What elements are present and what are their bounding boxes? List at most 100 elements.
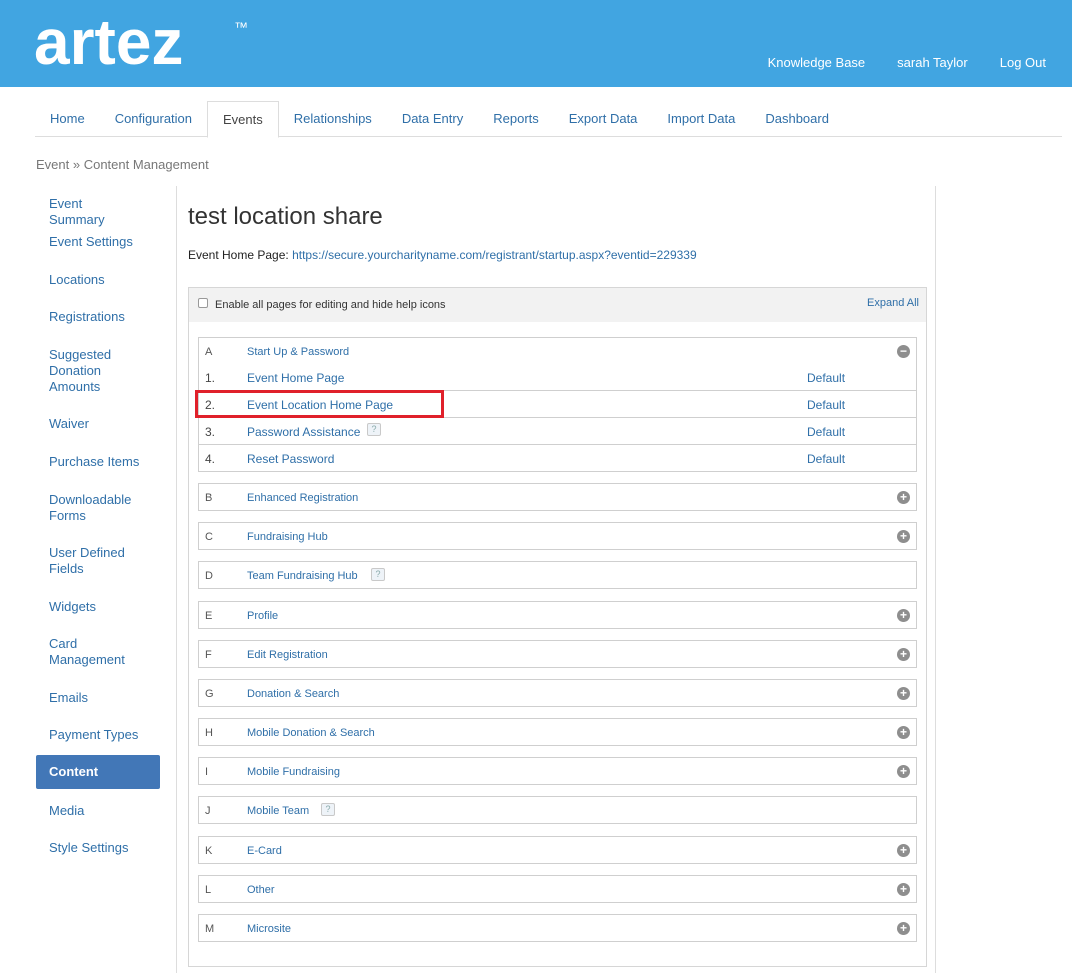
section-title[interactable]: Fundraising Hub <box>247 531 328 543</box>
tab-import-data[interactable]: Import Data <box>652 101 750 137</box>
tab-relationships[interactable]: Relationships <box>279 101 387 137</box>
sidebar-item-event-settings[interactable]: Event Settings <box>36 234 160 250</box>
knowledge-base-link[interactable]: Knowledge Base <box>768 55 866 70</box>
section-mobile-donation-search[interactable]: H Mobile Donation & Search + <box>198 718 917 746</box>
row-number: 3. <box>205 425 216 439</box>
sidebar-item-content[interactable]: Content <box>36 755 160 789</box>
section-title[interactable]: Edit Registration <box>247 649 328 661</box>
collapse-icon[interactable]: − <box>897 345 910 358</box>
sidebar-item-event-summary[interactable]: Event Summary <box>36 196 160 228</box>
section-title[interactable]: Donation & Search <box>247 688 339 700</box>
tab-reports[interactable]: Reports <box>478 101 554 137</box>
page-row-event-home-page: 1. Event Home Page Default <box>198 364 917 391</box>
section-title[interactable]: Start Up & Password <box>247 346 349 358</box>
event-home-url-link[interactable]: https://secure.yourcharityname.com/regis… <box>292 248 697 262</box>
section-title[interactable]: Profile <box>247 610 278 622</box>
section-e-card[interactable]: K E-Card + <box>198 836 917 864</box>
tab-dashboard[interactable]: Dashboard <box>750 101 844 137</box>
expand-icon[interactable]: + <box>897 530 910 543</box>
page-link[interactable]: Password Assistance <box>247 425 360 439</box>
expand-icon[interactable]: + <box>897 687 910 700</box>
page-state-link[interactable]: Default <box>807 371 845 385</box>
expand-icon[interactable]: + <box>897 922 910 935</box>
enable-all-label: Enable all pages for editing and hide he… <box>215 299 446 311</box>
page-link[interactable]: Event Location Home Page <box>247 398 393 412</box>
sidebar-item-media[interactable]: Media <box>36 803 160 819</box>
sidebar-item-locations[interactable]: Locations <box>36 272 160 288</box>
log-out-link[interactable]: Log Out <box>1000 55 1046 70</box>
page-row-reset-password: 4. Reset Password Default <box>198 445 917 472</box>
page-link[interactable]: Reset Password <box>247 452 334 466</box>
section-fundraising-hub[interactable]: C Fundraising Hub + <box>198 522 917 550</box>
sidebar-item-card-management[interactable]: Card Management <box>36 636 160 668</box>
tab-events[interactable]: Events <box>207 101 279 138</box>
row-number: 4. <box>205 452 216 466</box>
section-mobile-fundraising[interactable]: I Mobile Fundraising + <box>198 757 917 785</box>
expand-all-link[interactable]: Expand All <box>867 297 919 309</box>
section-title[interactable]: Enhanced Registration <box>247 492 358 504</box>
expand-icon[interactable]: + <box>897 609 910 622</box>
section-profile[interactable]: E Profile + <box>198 601 917 629</box>
section-title[interactable]: E-Card <box>247 845 282 857</box>
tab-configuration[interactable]: Configuration <box>100 101 207 137</box>
sidebar-item-waiver[interactable]: Waiver <box>36 416 160 432</box>
tab-export-data[interactable]: Export Data <box>554 101 653 137</box>
section-title[interactable]: Team Fundraising Hub <box>247 570 358 582</box>
section-letter: C <box>205 531 213 543</box>
section-letter: J <box>205 805 211 817</box>
expand-icon[interactable]: + <box>897 491 910 504</box>
svg-text:artez: artez <box>34 14 183 78</box>
section-team-fundraising-hub[interactable]: D Team Fundraising Hub? <box>198 561 917 589</box>
sidebar-item-style-settings[interactable]: Style Settings <box>36 840 160 856</box>
sidebar-item-widgets[interactable]: Widgets <box>36 599 160 615</box>
sidebar-item-registrations[interactable]: Registrations <box>36 309 160 325</box>
section-enhanced-registration[interactable]: B Enhanced Registration + <box>198 483 917 511</box>
expand-icon[interactable]: + <box>897 648 910 661</box>
page-row-password-assistance: 3. Password Assistance? Default <box>198 418 917 445</box>
enable-all-checkbox[interactable] <box>198 298 208 308</box>
section-title[interactable]: Mobile Fundraising <box>247 766 340 778</box>
section-letter: B <box>205 492 213 504</box>
section-letter: A <box>205 346 213 358</box>
section-other[interactable]: L Other + <box>198 875 917 903</box>
help-icon[interactable]: ? <box>321 803 335 816</box>
page-link[interactable]: Event Home Page <box>247 371 344 385</box>
section-edit-registration[interactable]: F Edit Registration + <box>198 640 917 668</box>
section-title[interactable]: Other <box>247 884 275 896</box>
page-state-link[interactable]: Default <box>807 452 845 466</box>
page-state-link[interactable]: Default <box>807 398 845 412</box>
section-donation-search[interactable]: G Donation & Search + <box>198 679 917 707</box>
sidebar-item-purchase-items[interactable]: Purchase Items <box>36 454 160 470</box>
page-row-event-location-home-page: 2. Event Location Home Page Default <box>198 391 917 418</box>
section-microsite[interactable]: M Microsite + <box>198 914 917 942</box>
sidebar-item-emails[interactable]: Emails <box>36 690 160 706</box>
sidebar-item-downloadable-forms[interactable]: Downloadable Forms <box>36 492 160 524</box>
page-title: test location share <box>188 203 383 230</box>
section-title[interactable]: Mobile Donation & Search <box>247 727 375 739</box>
artez-logo[interactable]: artez ™ <box>34 14 254 80</box>
expand-icon[interactable]: + <box>897 726 910 739</box>
tab-home[interactable]: Home <box>35 101 100 137</box>
sidebar-item-suggested-donation-amounts[interactable]: Suggested Donation Amounts <box>36 347 160 395</box>
row-number: 2. <box>205 398 216 412</box>
sidebar-item-user-defined-fields[interactable]: User Defined Fields <box>36 545 160 577</box>
section-letter: F <box>205 649 212 661</box>
section-mobile-team[interactable]: J Mobile Team? <box>198 796 917 824</box>
tab-data-entry[interactable]: Data Entry <box>387 101 478 137</box>
row-number: 1. <box>205 371 216 385</box>
event-home-url-row: Event Home Page: https://secure.yourchar… <box>188 248 697 262</box>
sidebar-item-payment-types[interactable]: Payment Types <box>36 727 160 743</box>
section-title[interactable]: Mobile Team <box>247 805 309 817</box>
expand-icon[interactable]: + <box>897 883 910 896</box>
expand-icon[interactable]: + <box>897 844 910 857</box>
expand-icon[interactable]: + <box>897 765 910 778</box>
help-icon[interactable]: ? <box>367 423 381 436</box>
help-icon[interactable]: ? <box>371 568 385 581</box>
section-letter: M <box>205 923 215 935</box>
section-letter: H <box>205 727 213 739</box>
section-start-up-password[interactable]: A Start Up & Password − <box>198 337 917 365</box>
section-letter: E <box>205 610 213 622</box>
user-name-link[interactable]: sarah Taylor <box>897 55 968 70</box>
section-title[interactable]: Microsite <box>247 923 291 935</box>
page-state-link[interactable]: Default <box>807 425 845 439</box>
